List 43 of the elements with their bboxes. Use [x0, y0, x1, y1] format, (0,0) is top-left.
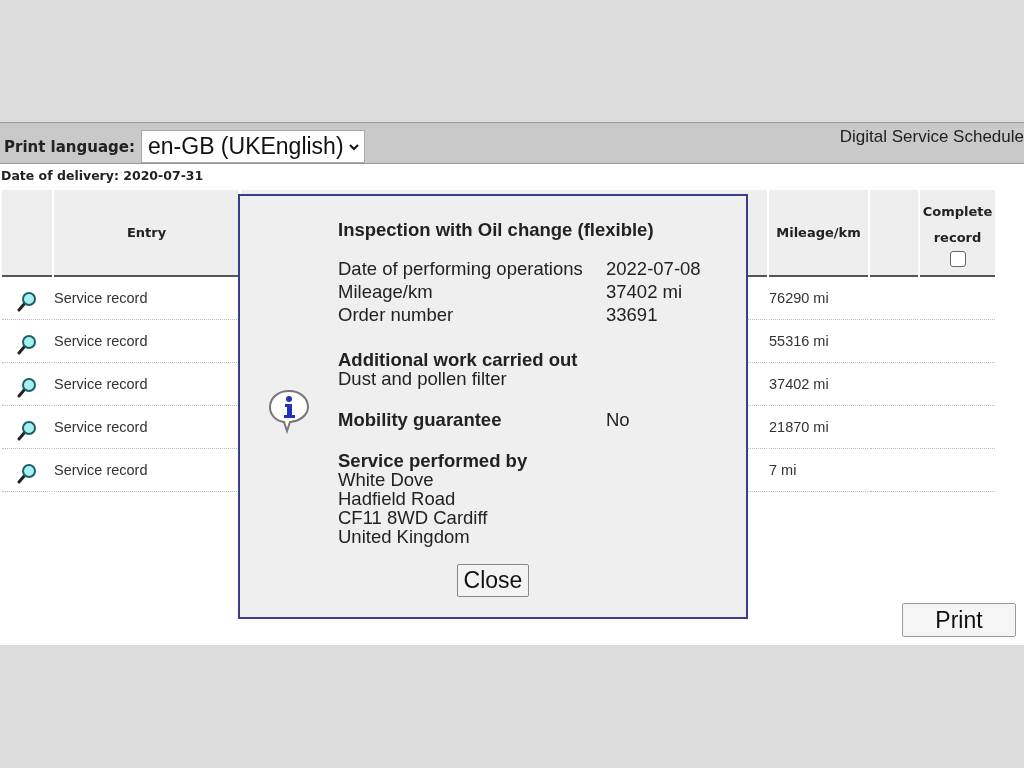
table-cell: 76290 mi — [769, 290, 829, 306]
field-value: 37402 mi — [606, 280, 684, 303]
info-speech-bubble-icon — [266, 387, 312, 434]
table-cell: 7 mi — [769, 462, 797, 478]
address-line: United Kingdom — [338, 527, 471, 546]
magnifier-icon[interactable] — [16, 462, 38, 484]
field-value: 33691 — [606, 303, 659, 326]
address-line: Hadfield Road — [338, 489, 457, 508]
field-label: Mobility guarantee — [338, 408, 503, 431]
magnifier-icon[interactable] — [16, 419, 38, 441]
chevron-down-icon — [347, 141, 360, 152]
field-label: Order number — [338, 303, 455, 326]
table-cell: Service record — [54, 462, 148, 478]
table-cell: Service record — [54, 419, 148, 435]
table-cell: 21870 mi — [769, 419, 829, 435]
dialog-title: Inspection with Oil change (flexible) — [338, 218, 655, 241]
section-heading: Service performed by — [338, 451, 529, 470]
complete-record-checkbox[interactable] — [949, 250, 966, 267]
table-cell: 37402 mi — [769, 376, 829, 392]
address-line: White Dove — [338, 470, 434, 489]
section-heading: Additional work carried out — [338, 350, 579, 369]
field-value: No — [606, 408, 631, 431]
language-select[interactable]: en-GB (UKEnglish) — [141, 130, 365, 163]
additional-work-text: Dust and pollen filter — [338, 369, 508, 388]
table-header: Mileage/km — [769, 190, 868, 277]
magnifier-icon[interactable] — [16, 333, 38, 355]
print-language-label: Print language: — [4, 138, 135, 156]
magnifier-icon[interactable] — [16, 290, 38, 312]
close-button[interactable]: Close — [456, 564, 530, 597]
page-title: Digital Service Schedule — [839, 127, 1024, 147]
address-line: CF11 8WD Cardiff — [338, 508, 489, 527]
table-cell: 55316 mi — [769, 333, 829, 349]
magnifier-icon[interactable] — [16, 376, 38, 398]
print-button[interactable]: Print — [902, 603, 1016, 637]
table-cell: Service record — [54, 290, 148, 306]
table-header: Complete record — [920, 190, 995, 277]
field-value: 2022-07-08 — [606, 257, 702, 280]
delivery-date: Date of delivery: 2020-07-31 — [0, 167, 205, 185]
field-label: Mileage/km — [338, 280, 434, 303]
table-cell: Service record — [54, 333, 148, 349]
field-label: Date of performing operations — [338, 257, 584, 280]
table-cell: Service record — [54, 376, 148, 392]
table-header: Entry — [54, 190, 239, 277]
